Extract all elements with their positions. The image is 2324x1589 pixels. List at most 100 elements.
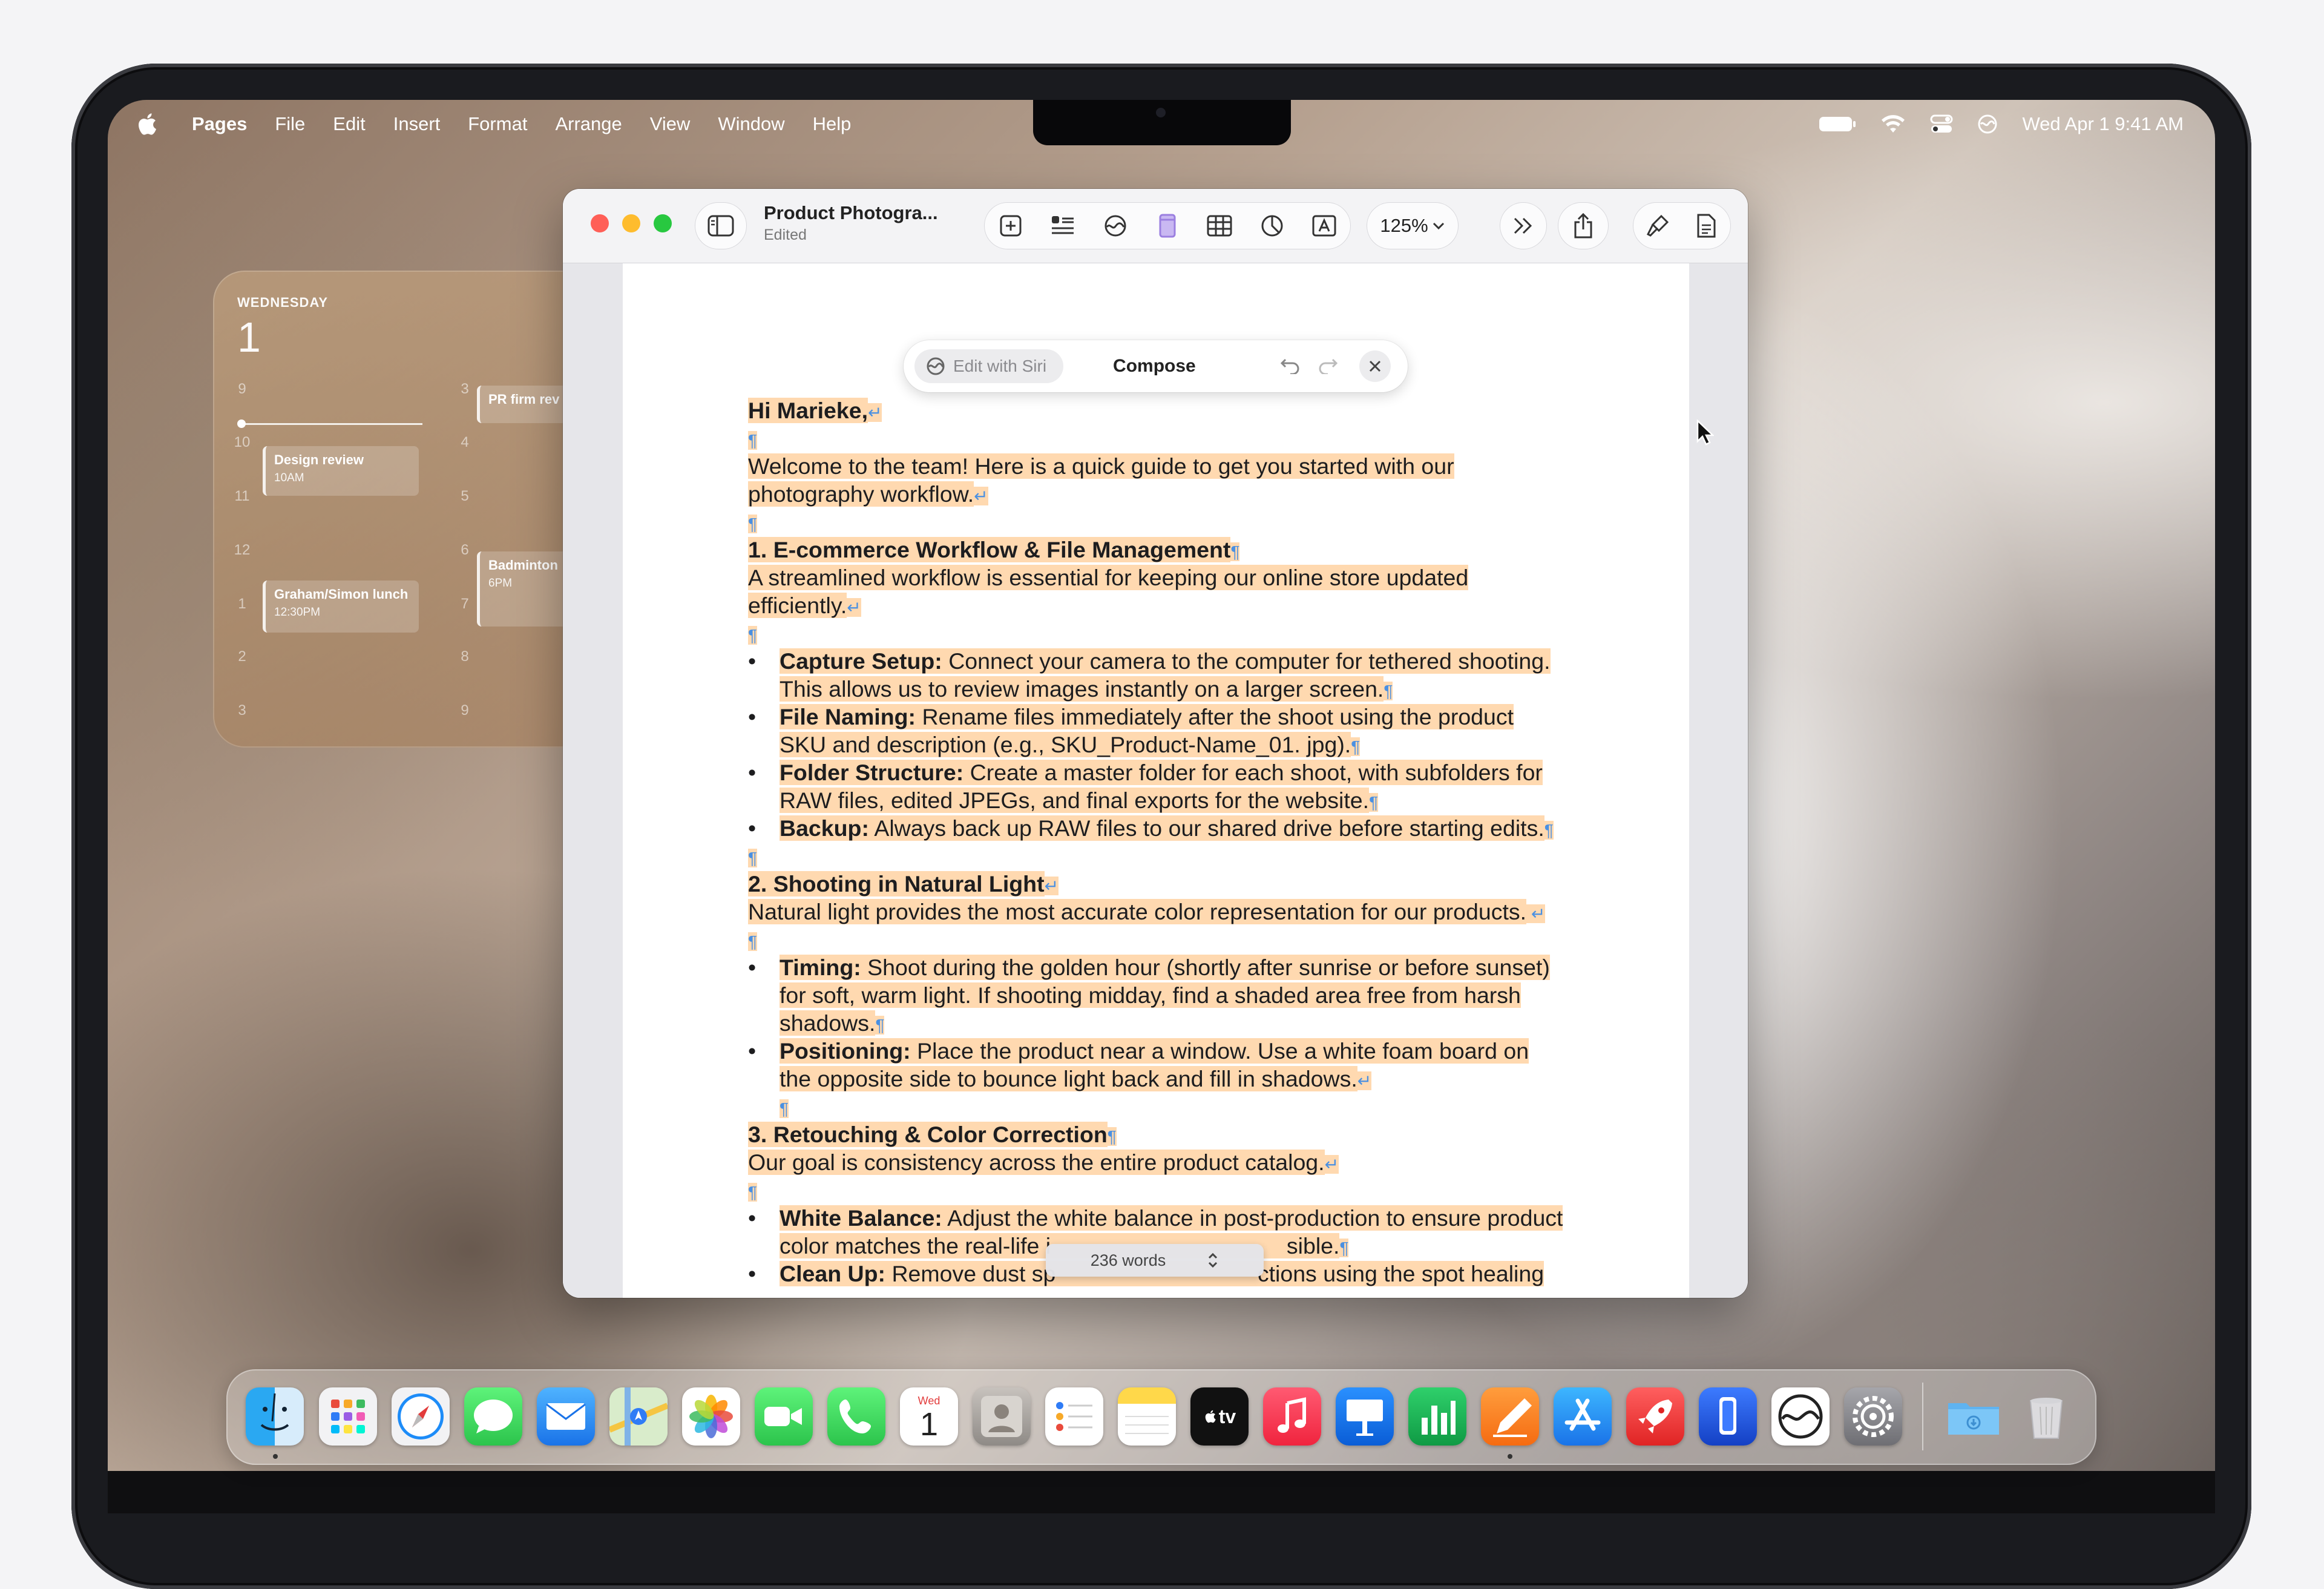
word-count-popup[interactable]: 236 words	[1046, 1244, 1264, 1277]
calendar-event[interactable]: Graham/Simon lunch 12:30PM	[263, 581, 419, 633]
wifi-icon[interactable]	[1880, 114, 1906, 134]
stepper-icon	[1209, 1252, 1218, 1268]
text-box-icon[interactable]	[1306, 208, 1342, 244]
word-count-label: 236 words	[1090, 1251, 1166, 1269]
document-title[interactable]: Product Photogra...	[764, 202, 938, 224]
sidebar-toggle-button[interactable]	[695, 202, 747, 249]
calendar-event[interactable]: Design review 10AM	[263, 446, 419, 496]
bullet-label: Positioning:	[780, 1038, 911, 1064]
bullet-text: shadows.	[780, 1010, 876, 1036]
close-window-button[interactable]	[591, 214, 609, 232]
menu-arrange[interactable]: Arrange	[555, 113, 622, 135]
calendar-weekday: WEDNESDAY	[237, 295, 328, 310]
more-tools-button[interactable]	[1500, 202, 1547, 249]
contacts-icon[interactable]	[973, 1387, 1031, 1446]
downloads-folder-icon[interactable]	[1945, 1387, 2003, 1446]
bullet: •	[748, 648, 757, 674]
format-brush-icon[interactable]	[1640, 208, 1676, 244]
paragraph-mark: ¶	[875, 1016, 885, 1035]
calendar-hour: 6	[461, 542, 469, 558]
app-store-icon[interactable]	[1554, 1387, 1612, 1446]
messages-icon[interactable]	[464, 1387, 522, 1446]
greeting: Hi Marieke,	[748, 398, 868, 423]
document-body[interactable]: Hi Marieke,↵ ¶ Welcome to the team! Here…	[748, 396, 1583, 1288]
launchpad-icon[interactable]	[319, 1387, 377, 1446]
reminders-icon[interactable]	[1045, 1387, 1103, 1446]
menu-view[interactable]: View	[650, 113, 691, 135]
calendar-hour: 9	[461, 702, 469, 719]
section-text: efficiently.	[748, 593, 847, 618]
keynote-icon[interactable]	[1336, 1387, 1394, 1446]
tv-icon[interactable]: tv	[1190, 1387, 1249, 1446]
camera-notch	[1033, 100, 1291, 145]
share-button[interactable]	[1558, 202, 1609, 249]
add-page-icon[interactable]	[993, 208, 1029, 244]
facetime-icon[interactable]	[755, 1387, 813, 1446]
event-time: 10AM	[274, 472, 304, 484]
close-siri-button[interactable]	[1359, 350, 1391, 382]
mail-icon[interactable]	[537, 1387, 595, 1446]
bullet-label: Backup:	[780, 815, 869, 841]
calendar-date: 1	[237, 314, 261, 361]
line-break-mark: ↵	[1357, 1071, 1372, 1090]
bullet: •	[748, 955, 757, 980]
sidebar-icon	[703, 208, 739, 244]
phone-icon[interactable]	[827, 1387, 885, 1446]
close-icon	[1369, 360, 1380, 372]
document-icon[interactable]	[1688, 208, 1724, 244]
control-center-icon[interactable]	[1930, 114, 1953, 134]
calendar-hour: 2	[238, 648, 246, 665]
undo-icon[interactable]	[1279, 356, 1301, 377]
bullet-text: Rename files immediately after the shoot…	[922, 704, 1514, 729]
bullet-label: White Balance:	[780, 1205, 942, 1231]
minimize-window-button[interactable]	[622, 214, 640, 232]
menu-help[interactable]: Help	[813, 113, 852, 135]
music-icon[interactable]	[1263, 1387, 1321, 1446]
zoom-window-button[interactable]	[654, 214, 672, 232]
compose-button[interactable]: Compose	[1113, 356, 1196, 377]
menu-format[interactable]: Format	[468, 113, 527, 135]
menu-clock[interactable]: Wed Apr 1 9:41 AM	[2022, 113, 2184, 135]
siri-menu-icon[interactable]	[1977, 114, 1998, 134]
writing-tools-icon[interactable]	[1045, 208, 1081, 244]
trash-icon[interactable]	[2017, 1387, 2075, 1446]
apple-menu-icon[interactable]	[135, 111, 162, 137]
photos-icon[interactable]	[682, 1387, 740, 1446]
finder-icon[interactable]	[246, 1387, 304, 1446]
tv-icon-label: tv	[1218, 1405, 1236, 1427]
dock-separator	[1922, 1383, 1923, 1450]
numbers-icon[interactable]	[1408, 1387, 1466, 1446]
menu-app-pages[interactable]: Pages	[192, 113, 247, 135]
menu-insert[interactable]: Insert	[393, 113, 441, 135]
siri-app-icon[interactable]	[1771, 1387, 1830, 1446]
paragraph-mark: ¶	[1230, 542, 1240, 561]
calendar-icon[interactable]: Wed 1	[900, 1387, 958, 1446]
menu-window[interactable]: Window	[718, 113, 784, 135]
paragraph-mark: ¶	[780, 1099, 789, 1118]
inspector-group	[1633, 202, 1731, 249]
edit-with-siri-button[interactable]: Edit with Siri	[914, 349, 1064, 383]
system-settings-icon[interactable]	[1844, 1387, 1902, 1446]
safari-icon[interactable]	[392, 1387, 450, 1446]
insert-toolbar-group	[984, 202, 1351, 249]
camera-icon	[1156, 108, 1166, 117]
rocket-icon[interactable]	[1626, 1387, 1684, 1446]
chart-icon[interactable]	[1254, 208, 1290, 244]
shape-icon[interactable]	[1149, 208, 1186, 244]
redo-icon[interactable]	[1317, 356, 1339, 377]
section-text: Natural light provides the most accurate…	[748, 899, 1527, 924]
bullet-text: This allows us to review images instantl…	[780, 676, 1384, 702]
bullet-text: Remove dust sp	[891, 1261, 1056, 1286]
iphone-mirroring-icon[interactable]	[1699, 1387, 1757, 1446]
table-icon[interactable]	[1201, 208, 1238, 244]
bullet-text: Place the product near a window. Use a w…	[917, 1038, 1529, 1064]
battery-icon[interactable]	[1819, 116, 1856, 133]
menu-edit[interactable]: Edit	[333, 113, 365, 135]
siri-edit-icon[interactable]	[1097, 208, 1134, 244]
notes-icon[interactable]	[1118, 1387, 1176, 1446]
menu-file[interactable]: File	[275, 113, 305, 135]
pages-icon[interactable]	[1481, 1387, 1539, 1446]
calendar-hour: 3	[461, 381, 469, 397]
maps-icon[interactable]	[609, 1387, 668, 1446]
zoom-menu[interactable]: 125%	[1367, 202, 1459, 249]
